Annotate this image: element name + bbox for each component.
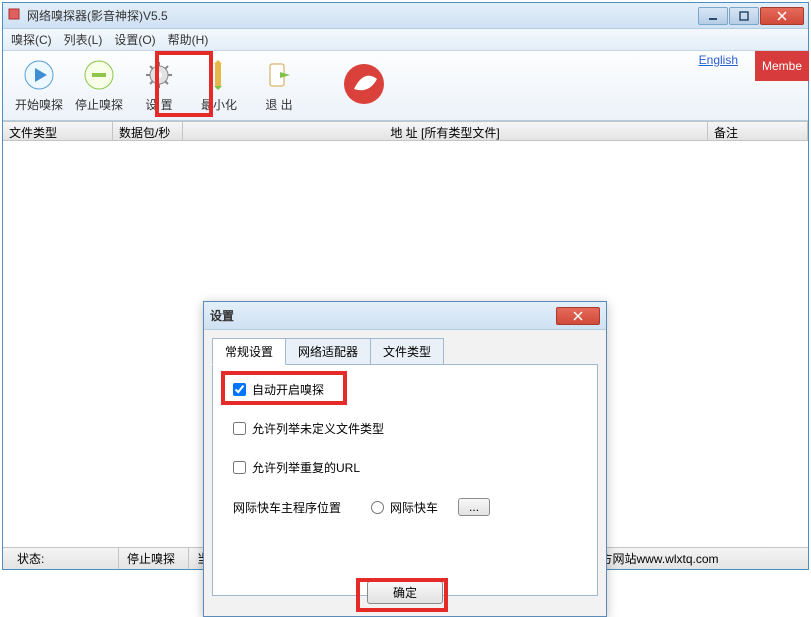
tab-filetype[interactable]: 文件类型 (370, 338, 444, 365)
gear-icon (142, 58, 176, 92)
dialog-body: 常规设置 网络适配器 文件类型 自动开启嗅探 允许列举未定义文件类型 (204, 330, 606, 616)
menu-list[interactable]: 列表(L) (64, 31, 103, 48)
status-text: 停止嗅探 (119, 548, 189, 569)
tab-panel-general: 自动开启嗅探 允许列举未定义文件类型 允许列举重复的URL 网际快车主程序位置 … (212, 364, 598, 596)
allow-dup-url-label: 允许列举重复的URL (252, 459, 360, 476)
flashget-path-label: 网际快车主程序位置 (233, 499, 341, 516)
close-button[interactable] (760, 7, 804, 25)
list-area: 设置 常规设置 网络适配器 文件类型 自动开启嗅探 (3, 141, 808, 547)
exit-button[interactable]: 退 出 (249, 56, 309, 116)
window-title: 网络嗅探器(影音神探)V5.5 (27, 7, 168, 24)
menu-help[interactable]: 帮助(H) (168, 31, 209, 48)
settings-toolbar-button[interactable]: 设 置 (129, 56, 189, 116)
column-note[interactable]: 备注 (708, 122, 808, 140)
maximize-button[interactable] (729, 7, 759, 25)
allow-dup-url-checkbox[interactable] (233, 461, 246, 474)
stop-icon (82, 58, 116, 92)
dialog-titlebar: 设置 (204, 302, 606, 330)
column-address[interactable]: 地 址 [所有类型文件] (183, 122, 708, 140)
dialog-close-button[interactable] (556, 307, 600, 325)
tab-general[interactable]: 常规设置 (212, 338, 286, 365)
dialog-footer: 确定 (204, 581, 606, 604)
tool-label: 停止嗅探 (75, 96, 123, 113)
allow-undefined-checkbox[interactable] (233, 422, 246, 435)
tool-label: 最小化 (201, 96, 237, 113)
ok-button[interactable]: 确定 (367, 581, 443, 604)
main-window: 网络嗅探器(影音神探)V5.5 嗅探(C) 列表(L) 设置(O) 帮助(H) … (2, 2, 809, 570)
member-button[interactable]: Membe (755, 51, 809, 81)
dialog-tabs: 常规设置 网络适配器 文件类型 (212, 338, 598, 365)
start-sniff-button[interactable]: 开始嗅探 (9, 56, 69, 116)
status-label: 状态: (9, 548, 119, 569)
column-packets[interactable]: 数据包/秒 (113, 122, 183, 140)
dialog-title: 设置 (210, 307, 234, 324)
tool-label: 开始嗅探 (15, 96, 63, 113)
flashget-radio-label: 网际快车 (390, 499, 438, 516)
exit-icon (262, 58, 296, 92)
menubar: 嗅探(C) 列表(L) 设置(O) 帮助(H) (3, 29, 808, 51)
app-logo (339, 59, 389, 112)
main-titlebar: 网络嗅探器(影音神探)V5.5 (3, 3, 808, 29)
tool-label: 设 置 (145, 96, 172, 113)
tab-adapter[interactable]: 网络适配器 (285, 338, 371, 365)
minimize-toolbar-button[interactable]: 最小化 (189, 56, 249, 116)
play-icon (22, 58, 56, 92)
app-icon (7, 7, 21, 24)
english-link[interactable]: English (699, 53, 738, 67)
browse-button[interactable]: ... (458, 498, 490, 516)
column-filetype[interactable]: 文件类型 (3, 122, 113, 140)
flashget-radio[interactable] (371, 501, 384, 514)
updown-icon (202, 58, 236, 92)
allow-undefined-label: 允许列举未定义文件类型 (252, 420, 384, 437)
auto-start-label: 自动开启嗅探 (252, 381, 324, 398)
settings-dialog: 设置 常规设置 网络适配器 文件类型 自动开启嗅探 (203, 301, 607, 617)
menu-sniff[interactable]: 嗅探(C) (11, 31, 52, 48)
minimize-button[interactable] (698, 7, 728, 25)
toolbar: 开始嗅探 停止嗅探 设 置 最小化 退 出 (3, 51, 808, 121)
list-header: 文件类型 数据包/秒 地 址 [所有类型文件] 备注 (3, 121, 808, 141)
stop-sniff-button[interactable]: 停止嗅探 (69, 56, 129, 116)
tool-label: 退 出 (265, 96, 292, 113)
menu-settings[interactable]: 设置(O) (114, 31, 155, 48)
auto-start-checkbox[interactable] (233, 383, 246, 396)
